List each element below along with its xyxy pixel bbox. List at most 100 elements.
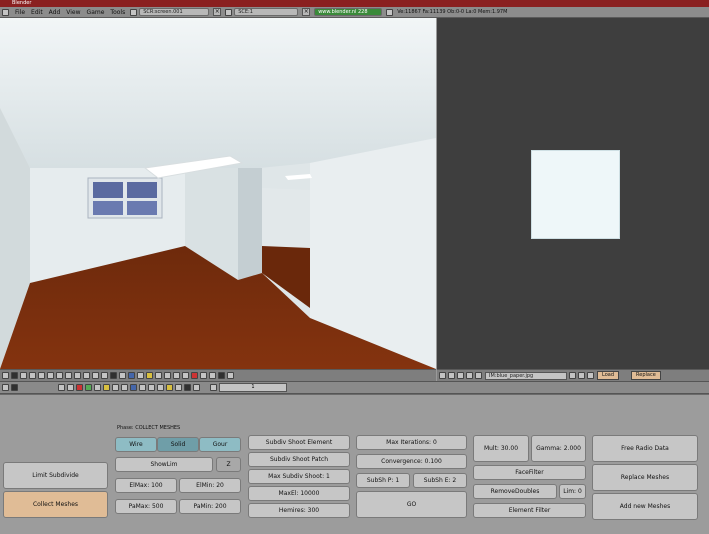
material-icon[interactable]: [67, 384, 74, 391]
load-button[interactable]: Load: [597, 371, 619, 380]
go-button[interactable]: GO: [356, 491, 467, 518]
constraint-icon[interactable]: [139, 384, 146, 391]
grid-icon[interactable]: [227, 372, 234, 379]
lock-icon[interactable]: [110, 372, 117, 379]
frame-prev-icon[interactable]: [210, 384, 217, 391]
layer-icon[interactable]: [65, 372, 72, 379]
pamin-field[interactable]: PaMin: 200: [179, 499, 241, 514]
layer-icon[interactable]: [29, 372, 36, 379]
replace-meshes-button[interactable]: Replace Meshes: [592, 464, 698, 491]
frame-number[interactable]: 1: [219, 383, 287, 392]
max-subdiv-shoot-field[interactable]: Max Subdiv Shoot: 1: [248, 469, 350, 484]
max-el-field[interactable]: MaxEl: 10000: [248, 486, 350, 501]
camera-icon[interactable]: [128, 372, 135, 379]
screen-delete-icon[interactable]: ×: [213, 8, 222, 16]
solid-button[interactable]: Solid: [157, 437, 199, 452]
image-viewport[interactable]: [437, 18, 709, 369]
subsh-p-field[interactable]: SubSh P: 1: [356, 473, 410, 488]
show-lim-button[interactable]: ShowLim: [115, 457, 213, 472]
buttons-window-type-icon[interactable]: [2, 384, 9, 391]
pamax-field[interactable]: PaMax: 500: [115, 499, 177, 514]
script-icon[interactable]: [148, 384, 155, 391]
menu-edit[interactable]: Edit: [28, 9, 46, 16]
blender-url[interactable]: www.blender.nl 228: [314, 8, 383, 16]
local-view-icon[interactable]: [119, 372, 126, 379]
view-icon[interactable]: [11, 384, 18, 391]
collect-meshes-button[interactable]: Collect Meshes: [3, 491, 108, 518]
subdiv-shoot-element-button[interactable]: Subdiv Shoot Element: [248, 435, 350, 450]
view-type-icon[interactable]: [2, 372, 9, 379]
face-filter-button[interactable]: FaceFilter: [473, 465, 586, 480]
image-browse-icon[interactable]: [466, 372, 473, 379]
layer-icon[interactable]: [20, 372, 27, 379]
draw-mode-icon[interactable]: [173, 372, 180, 379]
elmax-field[interactable]: ElMax: 100: [115, 478, 177, 493]
texture-icon[interactable]: [76, 384, 83, 391]
scene-name-field[interactable]: SCE:1: [234, 8, 299, 16]
pan-icon[interactable]: [155, 372, 162, 379]
image-settings-icon[interactable]: [587, 372, 594, 379]
record-icon[interactable]: [191, 372, 198, 379]
image-zoom-icon[interactable]: [448, 372, 455, 379]
animation-icon[interactable]: [85, 384, 92, 391]
elmin-field[interactable]: ElMin: 20: [179, 478, 241, 493]
rotate-icon[interactable]: [164, 372, 171, 379]
remove-doubles-button[interactable]: RemoveDoubles: [473, 484, 557, 499]
replace-button[interactable]: Replace: [631, 371, 661, 380]
lim-field[interactable]: Lim: 0: [559, 484, 586, 499]
window-type-icon[interactable]: [2, 8, 9, 16]
radiosity-active-icon[interactable]: [184, 384, 191, 391]
menu-tools[interactable]: Tools: [107, 9, 128, 16]
pivot-icon[interactable]: [182, 372, 189, 379]
scene-icon[interactable]: [157, 384, 164, 391]
z-button[interactable]: Z: [216, 457, 241, 472]
gour-button[interactable]: Gour: [199, 437, 241, 452]
screen-browse-icon[interactable]: [130, 8, 138, 16]
add-new-meshes-button[interactable]: Add new Meshes: [592, 493, 698, 520]
object-icon[interactable]: [130, 384, 137, 391]
limit-subdivide-button[interactable]: Limit Subdivide: [3, 462, 108, 489]
world-icon[interactable]: [112, 384, 119, 391]
image-pan-icon[interactable]: [457, 372, 464, 379]
paint-icon[interactable]: [121, 384, 128, 391]
image-window-type-icon[interactable]: [439, 372, 446, 379]
menu-file[interactable]: File: [12, 9, 28, 16]
realtime-icon[interactable]: [94, 384, 101, 391]
wire-button[interactable]: Wire: [115, 437, 157, 452]
copy-icon[interactable]: [209, 372, 216, 379]
paste-icon[interactable]: [200, 372, 207, 379]
perspective-icon[interactable]: [146, 372, 153, 379]
free-radio-data-button[interactable]: Free Radio Data: [592, 435, 698, 462]
view-menu-icon[interactable]: [11, 372, 18, 379]
hemires-field[interactable]: Hemires: 300: [248, 503, 350, 518]
menu-game[interactable]: Game: [84, 9, 108, 16]
layer-icon[interactable]: [83, 372, 90, 379]
mult-field[interactable]: Mult: 30.00: [473, 435, 529, 462]
layer-icon[interactable]: [38, 372, 45, 379]
zoom-icon[interactable]: [137, 372, 144, 379]
image-name-field[interactable]: IM:blue_paper.jpg: [485, 371, 567, 380]
scene-browse-icon[interactable]: [225, 8, 233, 16]
menu-add[interactable]: Add: [46, 9, 64, 16]
edit-icon[interactable]: [103, 384, 110, 391]
subsh-e-field[interactable]: SubSh E: 2: [413, 473, 467, 488]
image-pack-icon[interactable]: [569, 372, 576, 379]
max-iterations-field[interactable]: Max Iterations: 0: [356, 435, 467, 450]
image-icon[interactable]: [475, 372, 482, 379]
3d-viewport[interactable]: [0, 18, 436, 369]
render-settings-icon[interactable]: [193, 384, 200, 391]
scene-delete-icon[interactable]: ×: [302, 8, 311, 16]
gamma-field[interactable]: Gamma: 2.000: [531, 435, 586, 462]
layer-icon[interactable]: [101, 372, 108, 379]
element-filter-button[interactable]: Element Filter: [473, 503, 586, 518]
layer-icon[interactable]: [74, 372, 81, 379]
lamp-icon[interactable]: [58, 384, 65, 391]
radiosity-icon[interactable]: [166, 384, 173, 391]
subdiv-shoot-patch-button[interactable]: Subdiv Shoot Patch: [248, 452, 350, 467]
layer-icon[interactable]: [47, 372, 54, 379]
render-view-icon[interactable]: [218, 372, 225, 379]
image-tile-icon[interactable]: [578, 372, 585, 379]
layer-icon[interactable]: [56, 372, 63, 379]
screen-name-field[interactable]: SCR:screen.001: [139, 8, 210, 16]
sound-icon[interactable]: [175, 384, 182, 391]
